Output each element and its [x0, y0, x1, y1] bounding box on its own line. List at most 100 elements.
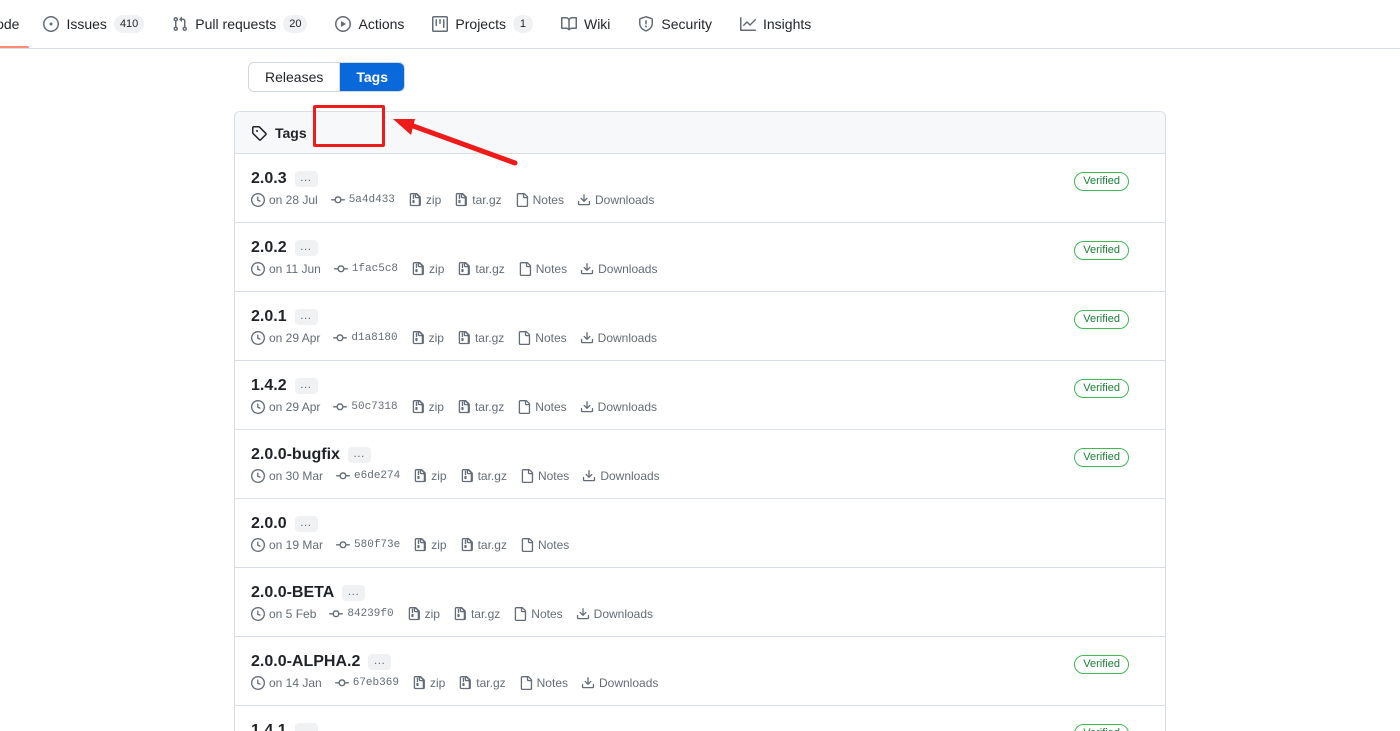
tag-zip-link[interactable]: zip	[413, 469, 447, 483]
nav-item-code[interactable]: Code	[0, 0, 30, 48]
tag-date: on 29 Apr	[251, 331, 320, 345]
tag-targz-link[interactable]: tar.gz	[457, 400, 504, 414]
tag-notes-link[interactable]: Notes	[515, 193, 564, 207]
nav-item-projects[interactable]: Projects 1	[418, 0, 547, 48]
tag-targz-link[interactable]: tar.gz	[460, 538, 507, 552]
tag-name-link[interactable]: 1.4.2	[251, 377, 287, 395]
tag-downloads-link-label: Downloads	[594, 193, 655, 207]
tag-zip-link[interactable]: zip	[408, 193, 441, 207]
tag-more-options-button[interactable]: …	[342, 584, 366, 601]
tag-name-link[interactable]: 2.0.0-ALPHA.2	[251, 653, 360, 671]
tag-name-link[interactable]: 1.4.1	[251, 722, 287, 731]
tag-meta-line: on 30 Mar e6de274 zip tar.gz Notes Downloads	[251, 469, 1074, 483]
tag-date-label: on 28 Jul	[269, 193, 318, 207]
tag-targz-link[interactable]: tar.gz	[454, 193, 502, 207]
tag-more-options-button[interactable]: …	[294, 239, 318, 256]
tag-date: on 11 Jun	[251, 262, 321, 276]
tag-meta-line: on 5 Feb 84239f0 zip tar.gz Notes Downloads	[251, 607, 1129, 621]
tag-commit-hash[interactable]: 580f73e	[336, 538, 400, 552]
tag-row-main: 2.0.0-ALPHA.2 … on 14 Jan 67eb369 zip tar.gz N…	[251, 653, 1074, 690]
tag-notes-link[interactable]: Notes	[517, 400, 567, 414]
tag-notes-link[interactable]: Notes	[513, 607, 563, 621]
nav-item-security[interactable]: Security	[624, 0, 726, 48]
nav-item-pull-requests[interactable]: Pull requests 20	[158, 0, 321, 48]
tag-targz-link[interactable]: tar.gz	[460, 469, 507, 483]
tag-notes-link[interactable]: Notes	[518, 262, 567, 276]
tag-name-link[interactable]: 2.0.0-bugfix	[251, 446, 340, 464]
nav-item-wiki[interactable]: Wiki	[547, 0, 624, 48]
tag-date-label: on 19 Mar	[269, 538, 324, 552]
toggle-tags-button[interactable]: Tags	[340, 63, 405, 91]
tag-targz-link[interactable]: tar.gz	[458, 676, 506, 690]
tag-title-line: 1.4.1 …	[251, 722, 1074, 731]
tag-commit-hash[interactable]: d1a8180	[333, 331, 398, 345]
verified-badge[interactable]: Verified	[1074, 379, 1129, 398]
tag-commit-hash[interactable]: e6de274	[336, 469, 400, 483]
toggle-releases-button[interactable]: Releases	[249, 63, 341, 91]
tag-downloads-link[interactable]: Downloads	[576, 607, 653, 621]
tag-more-options-button[interactable]: …	[294, 515, 318, 532]
verified-badge[interactable]: Verified	[1074, 724, 1129, 731]
tag-notes-link-label: Notes	[535, 331, 567, 345]
nav-item-actions[interactable]: Actions	[321, 0, 418, 48]
verified-badge[interactable]: Verified	[1074, 448, 1129, 467]
tag-commit-hash[interactable]: 67eb369	[334, 676, 399, 690]
tag-downloads-link[interactable]: Downloads	[577, 193, 654, 207]
tag-more-options-button[interactable]: …	[368, 653, 392, 670]
file-zip-icon	[454, 193, 468, 207]
tag-zip-link[interactable]: zip	[411, 400, 444, 414]
download-icon	[580, 400, 594, 414]
verified-badge[interactable]: Verified	[1074, 310, 1129, 329]
git-commit-icon	[336, 538, 351, 552]
tag-targz-link[interactable]: tar.gz	[457, 331, 504, 345]
tag-more-options-button[interactable]: …	[294, 170, 318, 187]
tag-commit-hash[interactable]: 1fac5c8	[333, 262, 398, 276]
tag-commit-hash[interactable]: 84239f0	[329, 607, 394, 621]
tag-targz-link[interactable]: tar.gz	[457, 262, 505, 276]
tag-name-link[interactable]: 2.0.2	[251, 239, 287, 257]
tag-downloads-link[interactable]: Downloads	[580, 400, 657, 414]
tag-targz-link[interactable]: tar.gz	[453, 607, 500, 621]
tag-name-link[interactable]: 2.0.0	[251, 515, 287, 533]
tag-commit-hash-label: 580f73e	[354, 539, 401, 551]
repo-nav: Code Issues 410 Pull requests 20 Actions Proje…	[0, 0, 1400, 49]
tag-downloads-link[interactable]: Downloads	[581, 676, 658, 690]
git-commit-icon	[334, 676, 349, 690]
tag-notes-link[interactable]: Notes	[520, 538, 569, 552]
clock-icon	[251, 607, 265, 621]
tag-notes-link[interactable]: Notes	[520, 469, 569, 483]
tag-name-link[interactable]: 2.0.0-BETA	[251, 584, 334, 602]
git-commit-icon	[329, 607, 344, 621]
tag-name-link[interactable]: 2.0.1	[251, 308, 287, 326]
tag-commit-hash[interactable]: 50c7318	[333, 400, 398, 414]
tag-notes-link[interactable]: Notes	[517, 331, 567, 345]
tag-downloads-link[interactable]: Downloads	[580, 262, 657, 276]
tag-meta-line: on 29 Apr d1a8180 zip tar.gz Notes Downloads	[251, 331, 1074, 345]
tag-downloads-link[interactable]: Downloads	[580, 331, 657, 345]
verified-badge[interactable]: Verified	[1074, 241, 1129, 260]
tag-zip-link[interactable]: zip	[411, 331, 444, 345]
tag-row: 2.0.3 … on 28 Jul 5a4d433 zip tar.gz Notes Down…	[235, 154, 1165, 223]
tag-commit-hash[interactable]: 5a4d433	[330, 193, 395, 207]
tag-zip-link[interactable]: zip	[412, 676, 445, 690]
tag-zip-link-label: zip	[429, 262, 445, 276]
clock-icon	[251, 262, 265, 276]
tag-more-options-button[interactable]: …	[347, 446, 371, 463]
tag-downloads-link[interactable]: Downloads	[582, 469, 660, 483]
tag-row: 2.0.0-bugfix … on 30 Mar e6de274 zip tar.gz No…	[235, 430, 1165, 499]
verified-badge[interactable]: Verified	[1074, 655, 1129, 674]
tag-zip-link[interactable]: zip	[407, 607, 440, 621]
tag-more-options-button[interactable]: …	[294, 377, 318, 394]
tag-more-options-button[interactable]: …	[294, 722, 318, 731]
nav-item-issues[interactable]: Issues 410	[29, 0, 158, 48]
tag-more-options-button[interactable]: …	[294, 308, 318, 325]
tag-zip-link[interactable]: zip	[413, 538, 447, 552]
tag-zip-link[interactable]: zip	[411, 262, 444, 276]
releases-tags-toggle[interactable]: Releases Tags	[248, 62, 406, 92]
tag-notes-link[interactable]: Notes	[519, 676, 568, 690]
nav-item-insights[interactable]: Insights	[726, 0, 825, 48]
tag-date-label: on 29 Apr	[269, 331, 321, 345]
tag-name-link[interactable]: 2.0.3	[251, 170, 287, 188]
tag-commit-hash-label: e6de274	[354, 470, 401, 482]
verified-badge[interactable]: Verified	[1074, 172, 1129, 191]
